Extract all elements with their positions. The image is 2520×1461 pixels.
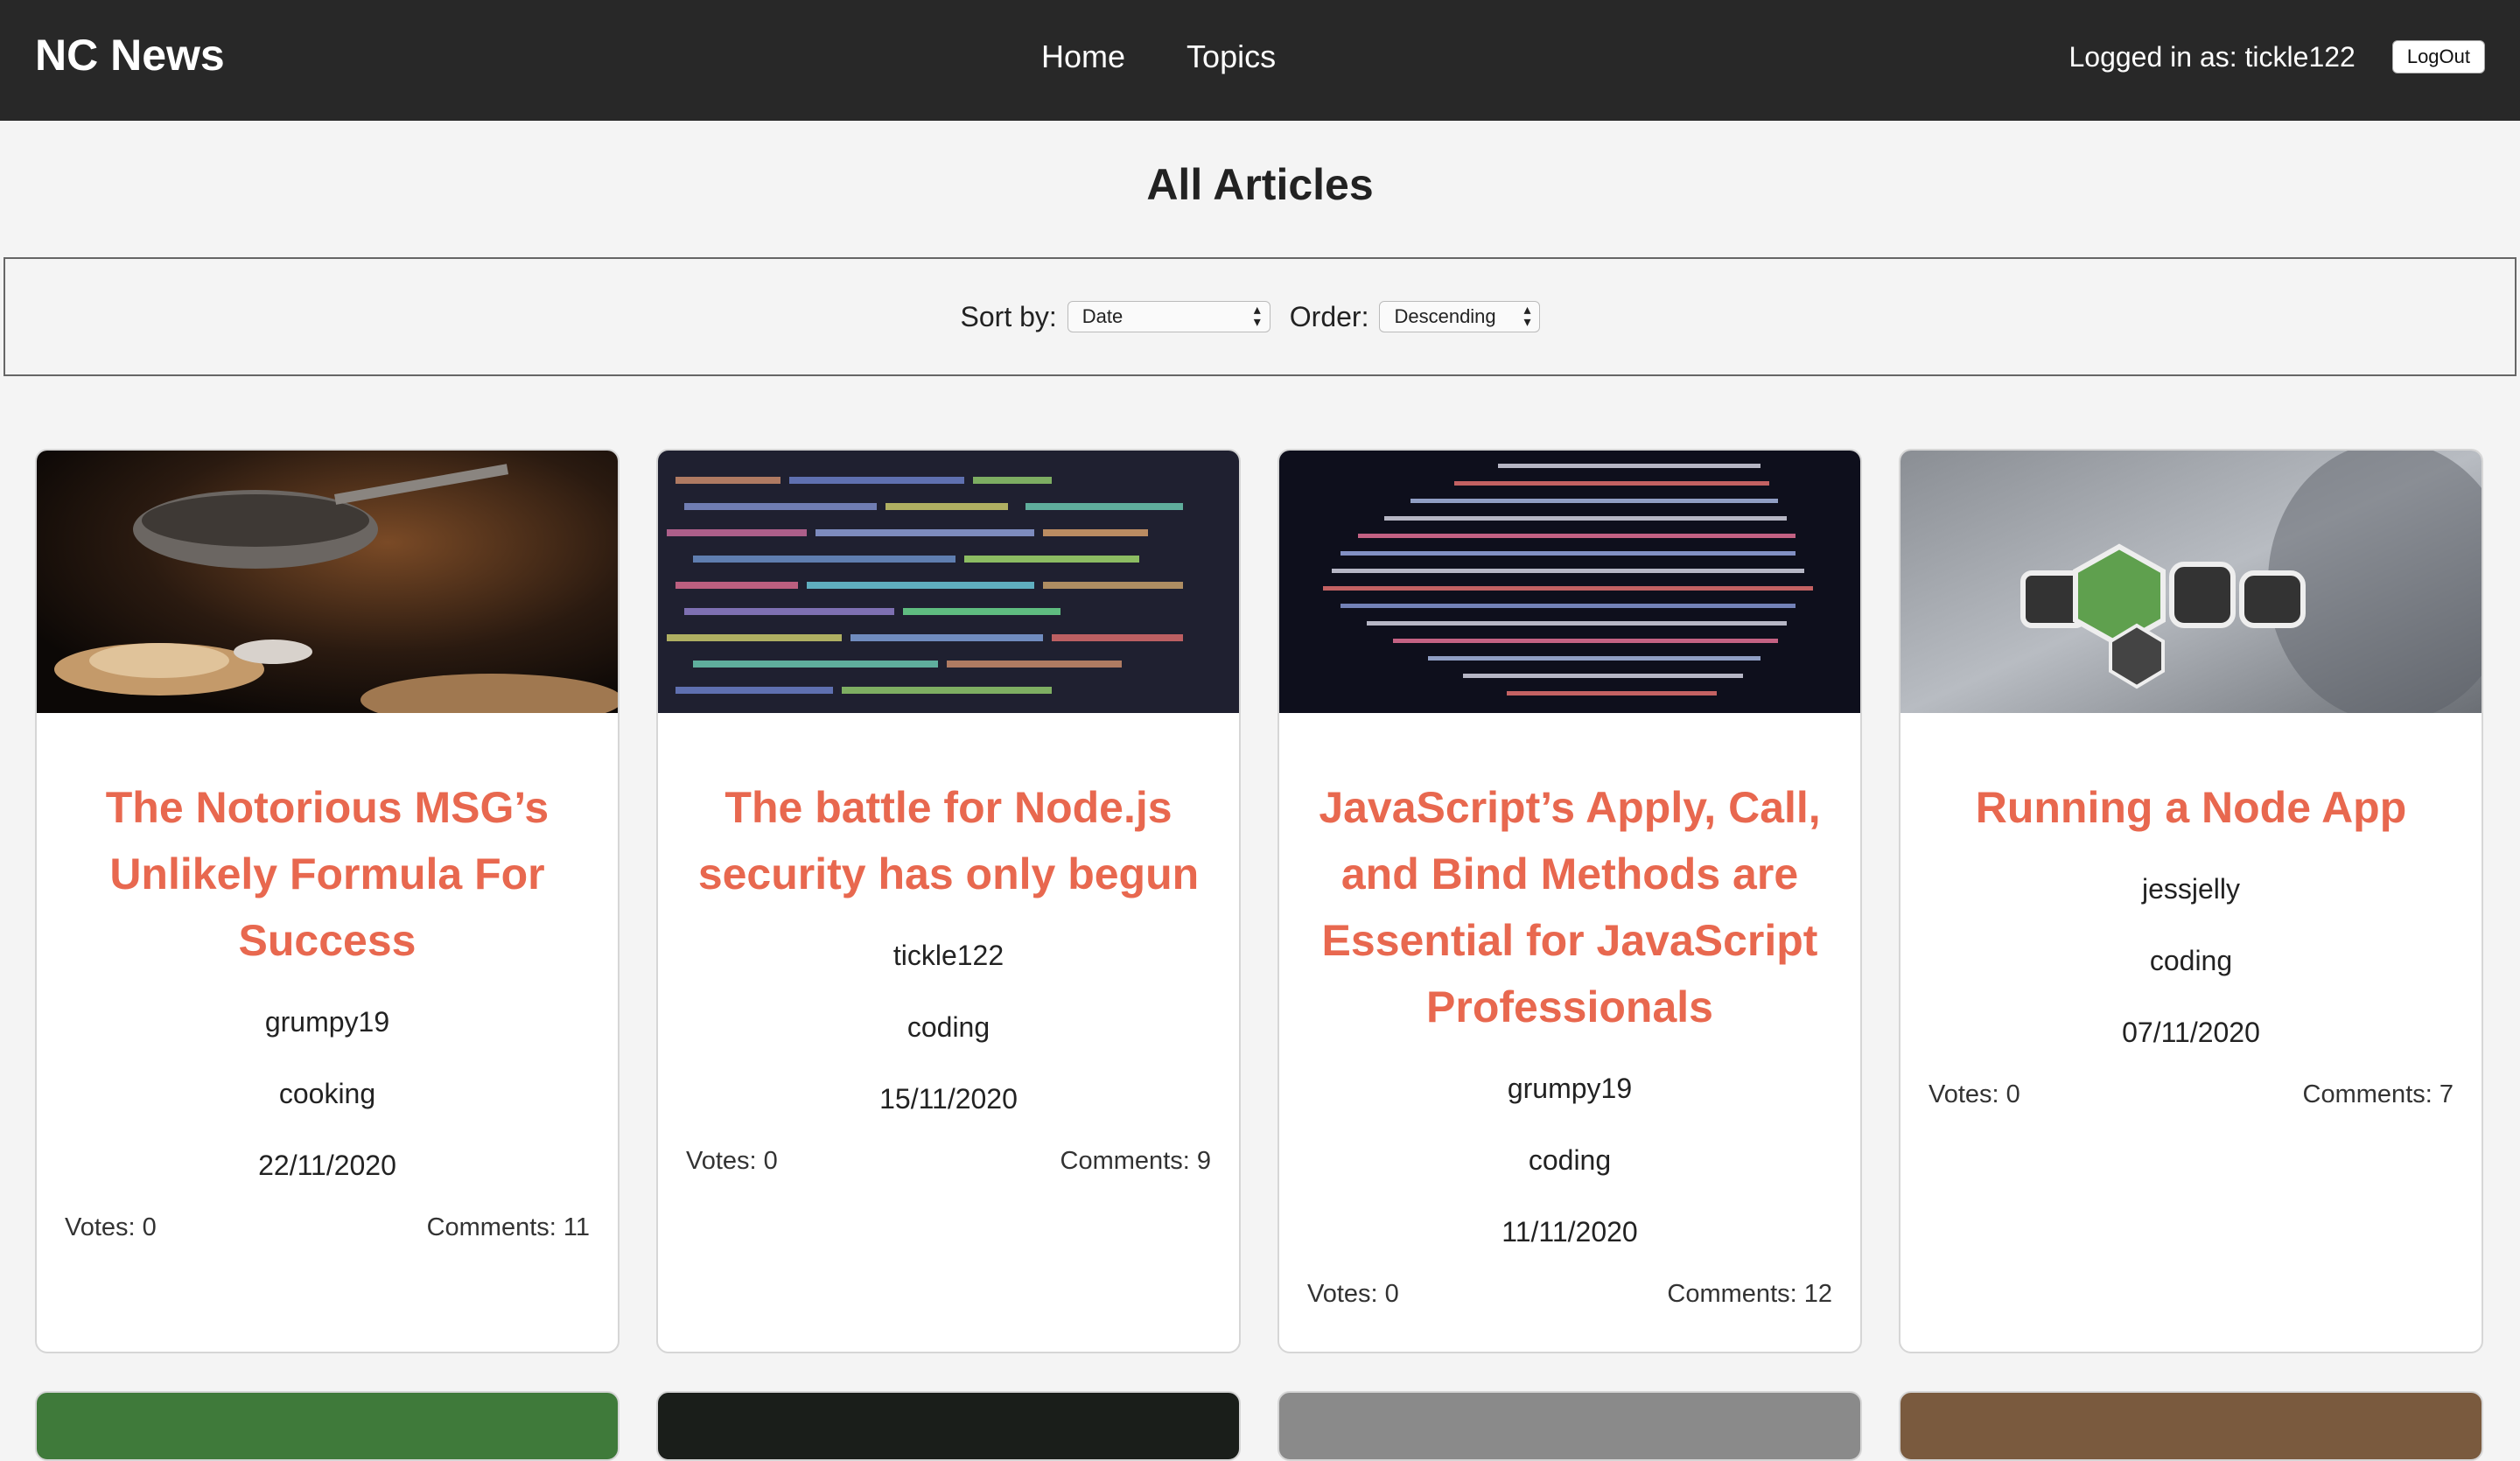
article-card[interactable]: JavaScript’s Apply, Call, and Bind Metho… [1278, 449, 1862, 1353]
article-image-cooking [37, 451, 618, 713]
article-author: tickle122 [892, 940, 1004, 971]
sort-by-select[interactable]: Date ▴ ▾ [1067, 301, 1270, 332]
article-topic: coding [1528, 1144, 1612, 1176]
article-stats: Votes: 0 Comments: 9 [686, 1147, 1211, 1176]
page-title: All Articles [1146, 160, 1374, 209]
article-meta: jessjelly coding 07/11/2020 [1928, 865, 2454, 1056]
article-body: JavaScript’s Apply, Call, and Bind Metho… [1279, 713, 1860, 1309]
article-title[interactable]: The battle for Node.js security has only… [686, 774, 1211, 907]
article-image-nodejs [1900, 451, 2482, 713]
article-body: The battle for Node.js security has only… [658, 713, 1239, 1176]
article-comments: Comments: 11 [426, 1213, 590, 1241]
article-votes: Votes: 0 [65, 1213, 157, 1241]
article-author: grumpy19 [264, 1006, 390, 1038]
article-image-code [658, 451, 1239, 713]
article-topic: coding [906, 1011, 990, 1043]
logout-button[interactable]: LogOut [2391, 40, 2485, 73]
article-card-partial[interactable] [35, 1391, 620, 1461]
article-votes: Votes: 0 [1928, 1080, 2020, 1108]
article-body: Running a Node App jessjelly coding 07/1… [1900, 713, 2482, 1109]
order-label: Order: [1289, 300, 1369, 332]
article-author: jessjelly [2141, 873, 2241, 905]
article-topic: cooking [278, 1078, 376, 1109]
article-stats: Votes: 0 Comments: 7 [1928, 1080, 2454, 1109]
article-date: 22/11/2020 [258, 1150, 396, 1181]
order-select[interactable]: Descending ▴ ▾ [1379, 301, 1541, 332]
article-card-partial[interactable] [1899, 1391, 2483, 1461]
article-stats: Votes: 0 Comments: 12 [1307, 1280, 1832, 1309]
article-author: grumpy19 [1507, 1073, 1633, 1104]
article-body: The Notorious MSG’s Unlikely Formula For… [37, 713, 618, 1242]
order-value: Descending [1394, 305, 1496, 327]
article-card-partial[interactable] [656, 1391, 1241, 1461]
article-date: 15/11/2020 [879, 1083, 1018, 1115]
article-votes: Votes: 0 [686, 1147, 778, 1175]
article-comments: Comments: 9 [1060, 1147, 1211, 1175]
select-arrows-icon: ▴ ▾ [1523, 303, 1531, 330]
article-topic: coding [2149, 945, 2233, 976]
top-navbar: NC News Home Topics Logged in as: tickle… [0, 0, 2520, 121]
sort-by-value: Date [1082, 305, 1124, 327]
article-title[interactable]: JavaScript’s Apply, Call, and Bind Metho… [1307, 774, 1832, 1040]
article-card-partial[interactable] [1278, 1391, 1862, 1461]
article-date: 11/11/2020 [1502, 1216, 1638, 1248]
article-meta: tickle122 coding 15/11/2020 [686, 932, 1211, 1122]
article-title[interactable]: Running a Node App [1928, 774, 2454, 841]
user-area: Logged in as: tickle122 LogOut [2068, 40, 2485, 73]
logged-in-user: Logged in as: tickle122 [2068, 40, 2356, 73]
nav-links: Home Topics [1041, 38, 1328, 75]
article-votes: Votes: 0 [1307, 1280, 1399, 1308]
brand-logo[interactable]: NC News [35, 30, 225, 80]
article-date: 07/11/2020 [2122, 1017, 2260, 1048]
nav-topics-link[interactable]: Topics [1186, 38, 1276, 75]
article-meta: grumpy19 coding 11/11/2020 [1307, 1065, 1832, 1255]
sort-controls: Sort by: Date ▴ ▾ Order: Descending ▴ ▾ [4, 257, 2516, 376]
article-stats: Votes: 0 Comments: 11 [65, 1213, 590, 1242]
article-title[interactable]: The Notorious MSG’s Unlikely Formula For… [65, 774, 590, 974]
nav-home-link[interactable]: Home [1041, 38, 1125, 75]
article-image-code [1279, 451, 1860, 713]
article-card[interactable]: The battle for Node.js security has only… [656, 449, 1241, 1353]
select-arrows-icon: ▴ ▾ [1253, 303, 1261, 330]
sort-by-label: Sort by: [960, 300, 1057, 332]
article-card[interactable]: Running a Node App jessjelly coding 07/1… [1899, 449, 2483, 1353]
article-meta: grumpy19 cooking 22/11/2020 [65, 998, 590, 1189]
article-card[interactable]: The Notorious MSG’s Unlikely Formula For… [35, 449, 620, 1353]
article-comments: Comments: 7 [2302, 1080, 2454, 1108]
article-comments: Comments: 12 [1667, 1280, 1832, 1308]
